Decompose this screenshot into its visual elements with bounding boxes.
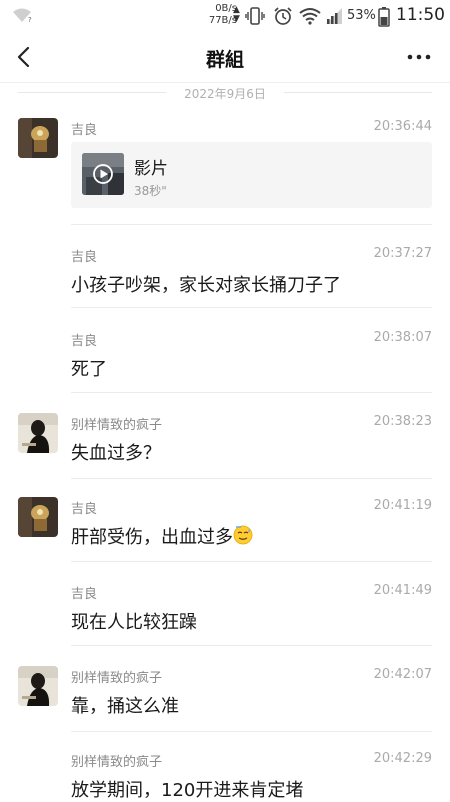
message-divider	[71, 478, 432, 479]
message-text: 小孩子吵架，家长对家长捅刀子了	[71, 275, 341, 296]
message-text: 靠，捅这么准	[71, 696, 179, 717]
message-divider	[71, 561, 432, 562]
video-duration: 38秒"	[134, 184, 167, 198]
sender-name: 别样情致的疯子	[71, 418, 163, 433]
message-time: 20:38:23	[373, 414, 432, 429]
message-divider	[71, 307, 432, 308]
svg-text:?: ?	[28, 16, 32, 23]
avatar-fengzi[interactable]	[18, 413, 58, 453]
net-down: 0B/s	[215, 3, 237, 14]
message-time: 20:42:29	[373, 751, 432, 766]
message-text: 放学期间，120开进来肯定堵	[71, 780, 304, 801]
chat-title: 群組	[205, 49, 244, 71]
message-time: 20:41:19	[373, 498, 432, 513]
message-time: 20:42:07	[373, 667, 432, 682]
avatar-image	[18, 666, 58, 706]
sender-name: 吉良	[71, 587, 98, 602]
sender-name: 别样情致的疯子	[71, 755, 163, 770]
alarm-icon	[274, 7, 292, 25]
separator-line-right	[284, 92, 432, 93]
message-text: 失血过多？	[71, 443, 161, 464]
message-divider	[71, 392, 432, 393]
avatar-jiliang[interactable]	[18, 118, 58, 158]
message-time: 20:36:44	[373, 119, 432, 134]
message-time: 20:37:27	[373, 246, 432, 261]
message-text-content: 肝部受伤，出血过多	[71, 527, 233, 548]
sender-name: 吉良	[71, 250, 98, 265]
network-speed: 0B/s 77B/s	[197, 3, 237, 27]
chat-header: 群組	[0, 32, 450, 83]
battery-icon	[378, 7, 390, 27]
message-text: 死了	[71, 359, 107, 380]
net-arrows-icon: ▲ ▼	[233, 5, 240, 24]
sender-name: 别样情致的疯子	[71, 671, 163, 686]
video-thumbnail	[82, 153, 124, 195]
message-time: 20:41:49	[373, 583, 432, 598]
message-text: 现在人比较狂躁	[71, 612, 197, 633]
more-options-icon[interactable]	[402, 45, 438, 69]
vibrate-icon	[245, 7, 265, 25]
battery-percent: 53%	[347, 8, 376, 23]
message-divider	[71, 224, 432, 225]
sweat-smile-emoji-icon	[233, 525, 253, 545]
message-divider	[71, 731, 432, 732]
avatar-image	[18, 118, 58, 158]
net-up: 77B/s	[208, 15, 237, 26]
wifi-question-icon: ?	[13, 8, 32, 23]
message-time: 20:38:07	[373, 330, 432, 345]
avatar-image	[18, 413, 58, 453]
avatar-image	[18, 497, 58, 537]
avatar-fengzi[interactable]	[18, 666, 58, 706]
status-bar: ? 0B/s 77B/s ▲ ▼ 53% 11:50	[0, 0, 450, 32]
message-divider	[71, 645, 432, 646]
signal-icon	[326, 8, 342, 24]
sender-name: 吉良	[71, 334, 98, 349]
sender-name: 吉良	[71, 502, 98, 517]
status-clock: 11:50	[396, 5, 445, 25]
sender-name: 吉良	[71, 123, 98, 138]
video-title: 影片	[134, 159, 168, 179]
avatar-jiliang[interactable]	[18, 497, 58, 537]
wifi-icon	[299, 8, 321, 25]
message-text: 肝部受伤，出血过多	[71, 523, 253, 549]
date-separator-text: 2022年9月6日	[184, 87, 266, 101]
video-message-card[interactable]: 影片 38秒"	[71, 142, 432, 208]
date-separator: 2022年9月6日	[0, 82, 450, 104]
